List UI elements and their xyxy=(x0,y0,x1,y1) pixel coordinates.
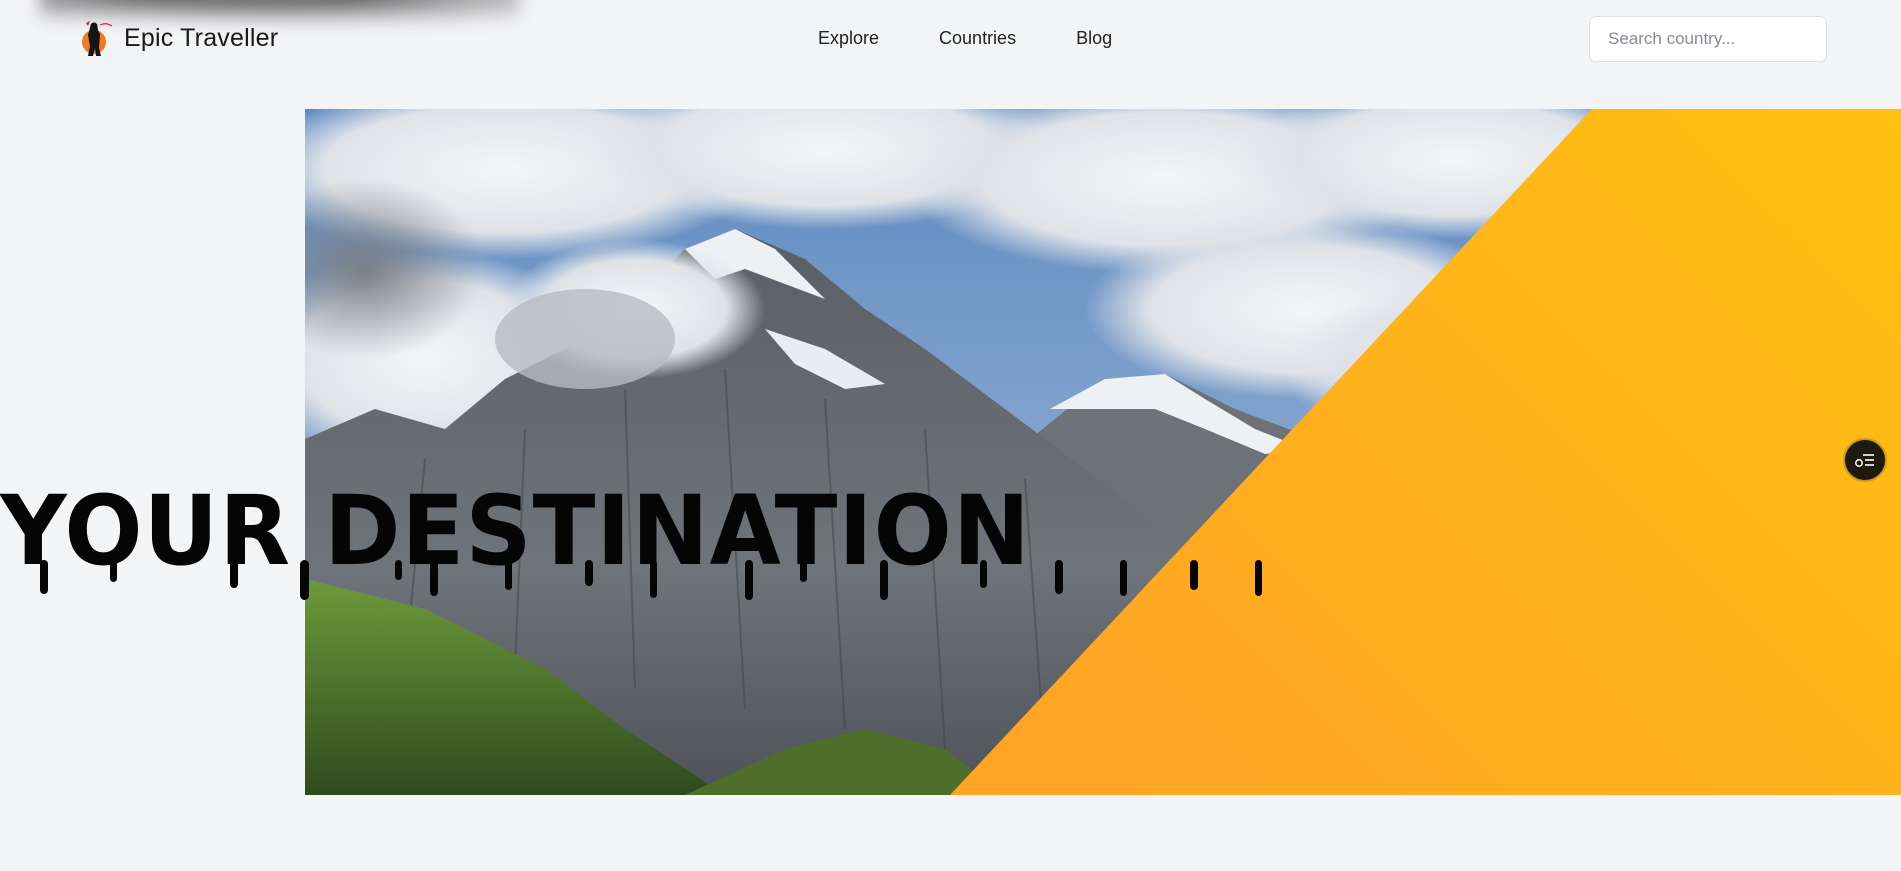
brand-name: Epic Traveller xyxy=(124,23,279,52)
nav-item-countries[interactable]: Countries xyxy=(939,28,1016,49)
floating-menu-button[interactable] xyxy=(1843,438,1887,482)
search-country-input[interactable] xyxy=(1589,16,1827,62)
navbar: Epic Traveller Explore Countries Blog xyxy=(0,0,1901,82)
hero-banner xyxy=(305,109,1901,795)
dripping-text-effect xyxy=(40,560,1262,600)
main-nav: Explore Countries Blog xyxy=(818,28,1172,49)
nav-item-explore[interactable]: Explore xyxy=(818,28,879,49)
menu-list-icon xyxy=(1855,454,1874,467)
traveller-logo-icon xyxy=(82,21,113,56)
brand[interactable]: Epic Traveller xyxy=(80,18,278,58)
nav-item-blog[interactable]: Blog xyxy=(1076,28,1112,49)
page: Epic Traveller Explore Countries Blog Se… xyxy=(0,0,1901,871)
